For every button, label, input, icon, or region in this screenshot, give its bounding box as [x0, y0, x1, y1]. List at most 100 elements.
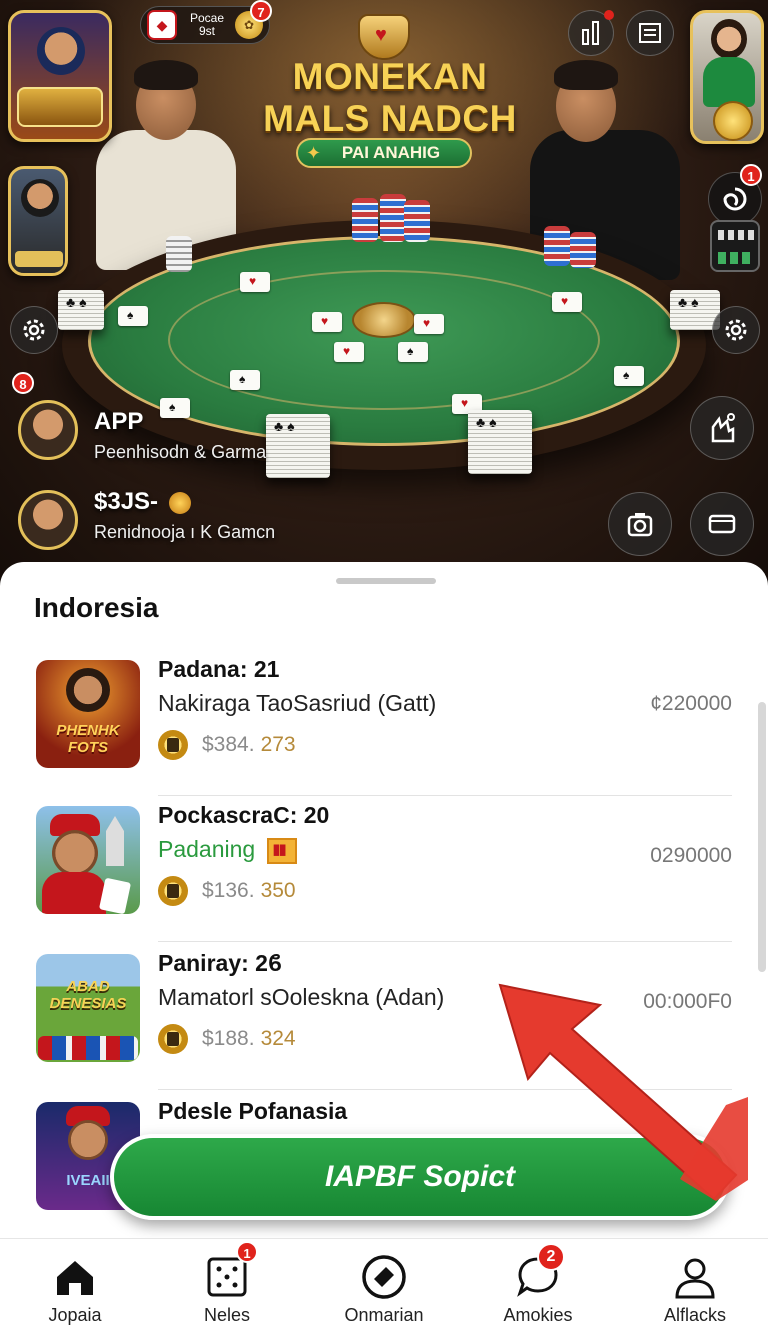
ticket-circle-icon	[362, 1255, 406, 1299]
item-amount: 324	[260, 1027, 296, 1050]
tag-icon	[267, 837, 298, 864]
nav-label: Jopaia	[48, 1305, 102, 1325]
item-value: ¢220000	[650, 692, 732, 715]
chip-stack	[380, 194, 406, 242]
settings-button-left[interactable]	[10, 306, 58, 354]
notification-dot	[604, 10, 614, 20]
mini-keypad-panel[interactable]	[710, 220, 760, 272]
wallet-icon	[708, 514, 736, 534]
home-icon	[57, 1261, 93, 1295]
tile-label-bar	[15, 251, 63, 267]
gift-icon: ◆	[147, 10, 177, 40]
item-title: Paniray: 2ϐ	[158, 950, 282, 976]
nav-item-profile[interactable]: Alflacks	[620, 1239, 768, 1344]
bar-chart-icon	[582, 21, 599, 45]
coin-icon	[713, 101, 753, 141]
list-item[interactable]: PHENHK FOTS Padana: 21 Nakiraga TaoSasri…	[34, 656, 732, 796]
featured-game-tile-secondary[interactable]	[8, 166, 68, 276]
nav-label: Onmarian	[344, 1305, 424, 1325]
scrollbar[interactable]	[758, 702, 766, 972]
nav-label: Amokies	[503, 1305, 573, 1325]
newspaper-icon	[639, 23, 661, 43]
featured-game-tile-slots[interactable]	[8, 10, 112, 142]
chip-stack	[544, 226, 570, 266]
divider	[158, 795, 732, 796]
gesture-button[interactable]	[690, 396, 754, 460]
item-price: $188.	[202, 1027, 255, 1050]
settings-button-right[interactable]	[712, 306, 760, 354]
item-price: $384.	[202, 733, 255, 756]
card-deck	[266, 414, 330, 478]
chip-row	[38, 1036, 138, 1060]
table-emblem	[352, 302, 416, 338]
wallet-button[interactable]	[690, 492, 754, 556]
player-avatar-2[interactable]	[18, 490, 78, 550]
hand-gesture-icon	[711, 413, 735, 443]
host-avatar	[711, 19, 747, 59]
player-subtitle-2: Renidnooja ı K Gamcn	[94, 522, 276, 542]
nav-item-games[interactable]: 1 Neles	[152, 1239, 302, 1344]
promo-label-line2: 9st	[198, 24, 215, 38]
nav-badge: 2	[537, 1243, 565, 1271]
promo-badge: 7	[250, 0, 272, 22]
primary-cta-button[interactable]: IAPBF Sopict	[110, 1134, 730, 1220]
player-balance-2: $3JS-	[94, 488, 191, 516]
game-thumbnail	[36, 806, 140, 914]
table-card	[334, 342, 364, 362]
game-thumbnail: PHENHK FOTS	[36, 660, 140, 768]
swirl-icon	[723, 187, 747, 211]
nav-badge: 1	[236, 1241, 258, 1263]
host-body	[703, 57, 755, 107]
item-title: Padana: 21	[158, 656, 280, 682]
bottom-navigation: Jopaia 1 Neles Onmarian 2 Amokies Alflac…	[0, 1238, 768, 1344]
player-badge: 8	[12, 372, 34, 394]
gear-icon	[725, 319, 747, 341]
thumbnail-caption: PHENHK FOTS	[56, 722, 120, 756]
gear-icon	[23, 319, 45, 341]
card-deck	[468, 410, 532, 474]
table-card	[118, 306, 148, 326]
sheet-title: Indoresia	[34, 592, 159, 623]
chip-stack	[352, 198, 378, 242]
game-subtitle-pill: ✦ PAI ANAHIG	[296, 138, 472, 168]
list-item[interactable]: PockascraC: 20 Padaning $136. 350 029000…	[34, 802, 732, 942]
camera-icon	[627, 513, 653, 537]
nav-item-center[interactable]: Onmarian	[309, 1239, 459, 1344]
coin-icon	[168, 491, 191, 514]
table-card	[312, 312, 342, 332]
nav-item-messages[interactable]: 2 Amokies	[463, 1239, 613, 1344]
sheet-drag-handle[interactable]	[336, 578, 436, 584]
item-value: 00:000F0	[643, 990, 732, 1013]
table-card	[398, 342, 428, 362]
table-card	[414, 314, 444, 334]
item-subtitle: Padaning	[158, 836, 298, 864]
news-button[interactable]	[626, 10, 674, 56]
game-thumbnail: ABAD DENESIAS	[36, 954, 140, 1062]
nav-label: Neles	[203, 1305, 251, 1325]
list-item[interactable]: ABAD DENESIAS Paniray: 2ϐ Mamatorl sOole…	[34, 950, 732, 1090]
item-title: PockascraC: 20	[158, 802, 330, 828]
game-title: MONEKAN MALS NADCH	[263, 56, 517, 139]
live-host-tile[interactable]	[690, 10, 764, 144]
player-avatar-1[interactable]	[18, 400, 78, 460]
item-amount: 350	[260, 879, 296, 902]
thumbnail-caption: ABAD DENESIAS	[49, 978, 127, 1012]
player-name-1: APP	[94, 408, 144, 435]
coin-icon	[158, 1024, 188, 1054]
nav-item-home[interactable]: Jopaia	[0, 1239, 150, 1344]
game-hero-banner[interactable]: MONEKAN MALS NADCH ✦ PAI ANAHIG ◆ Pocae …	[0, 0, 768, 600]
table-card	[230, 370, 260, 390]
item-value: 0290000	[650, 844, 732, 867]
table-card	[160, 398, 190, 418]
table-card	[240, 272, 270, 292]
camera-button[interactable]	[608, 492, 672, 556]
card-deck	[58, 290, 104, 330]
user-icon	[675, 1258, 715, 1299]
star-icon: ✦	[306, 143, 322, 163]
item-price: $136.	[202, 879, 255, 902]
divider	[158, 941, 732, 942]
item-title: Pdesle Pofanasia	[158, 1098, 348, 1124]
chip-stack	[166, 236, 192, 272]
nav-label: Alflacks	[663, 1305, 726, 1325]
spin-badge: 1	[740, 164, 762, 186]
